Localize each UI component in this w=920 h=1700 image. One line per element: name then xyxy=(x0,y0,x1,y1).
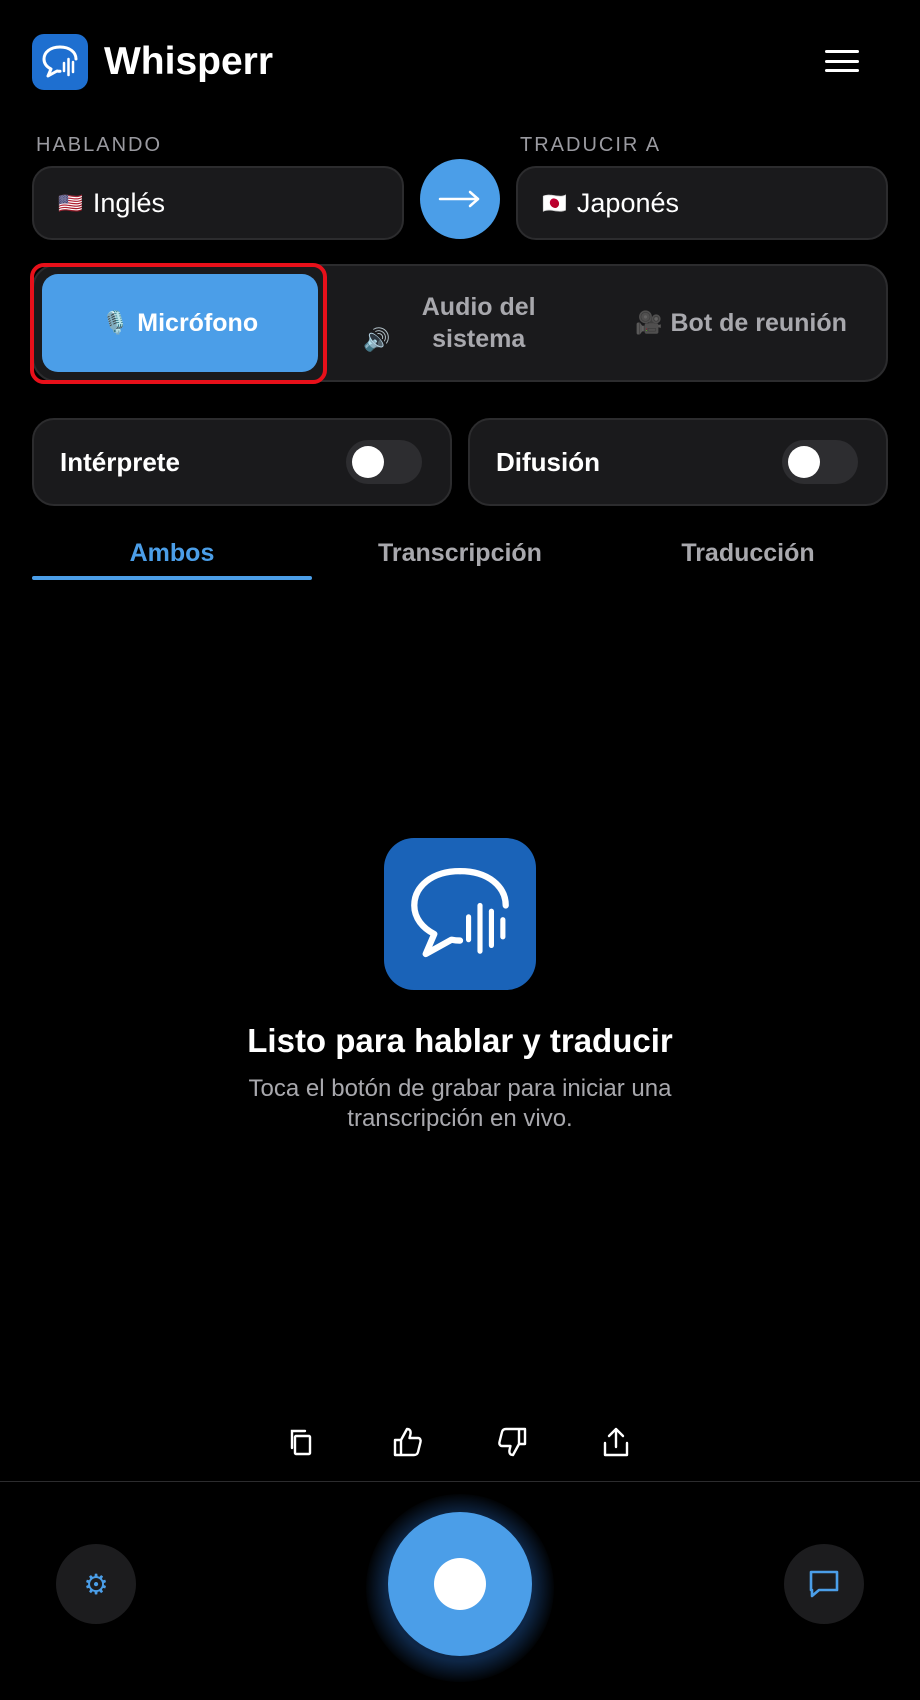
bottom-divider xyxy=(0,1481,920,1482)
tab-both[interactable]: Ambos xyxy=(32,524,312,582)
mode-meeting-bot-label: Bot de reunión xyxy=(670,309,847,337)
target-language-select[interactable]: 🇯🇵 Japonés xyxy=(516,166,888,240)
thumbs-up-icon[interactable] xyxy=(386,1420,430,1464)
broadcast-label: Difusión xyxy=(496,446,600,477)
gear-icon: ⚙ xyxy=(83,1568,109,1600)
interpreter-label: Intérprete xyxy=(60,446,180,477)
tab-transcription[interactable]: Transcripción xyxy=(320,524,600,582)
us-flag-icon: 🇺🇸 xyxy=(58,192,83,215)
app-logo-icon xyxy=(32,34,88,90)
interpreter-switch[interactable] xyxy=(346,440,422,484)
active-tab-indicator xyxy=(32,576,312,580)
input-mode-selector: 🎙️ Micrófono 🔊 Audio del sistema 🎥 Bot de… xyxy=(32,264,888,382)
record-button[interactable] xyxy=(388,1512,532,1656)
app-title: Whisperr xyxy=(104,40,274,83)
empty-state-subtitle: Toca el botón de grabar para iniciar una… xyxy=(248,1075,672,1132)
japan-flag-icon: 🇯🇵 xyxy=(542,192,567,215)
swap-languages-button[interactable] xyxy=(420,159,500,239)
tab-translation[interactable]: Traducción xyxy=(608,524,888,582)
source-language-label: HABLANDO xyxy=(36,134,163,156)
share-icon[interactable] xyxy=(594,1420,638,1464)
mode-system-audio-button[interactable]: 🔊 Audio del sistema xyxy=(334,274,588,372)
mode-system-audio-label: Audio del sistema xyxy=(421,292,536,353)
broadcast-toggle-card: Difusión xyxy=(468,418,888,506)
hamburger-menu-icon[interactable] xyxy=(822,44,862,78)
target-language-name: Japonés xyxy=(576,187,679,218)
empty-state-title: Listo para hablar y traducir xyxy=(247,1022,673,1059)
chat-button[interactable] xyxy=(784,1544,864,1624)
broadcast-switch[interactable] xyxy=(782,440,858,484)
settings-button[interactable]: ⚙ xyxy=(56,1544,136,1624)
source-language-select[interactable]: 🇺🇸 Inglés xyxy=(32,166,404,240)
chat-bubble-icon xyxy=(809,1570,839,1598)
microphone-icon: 🎙️ xyxy=(101,310,130,335)
arrow-right-icon xyxy=(438,190,480,208)
mode-microphone-label: Micrófono xyxy=(137,309,259,337)
mode-microphone-button[interactable]: 🎙️ Micrófono xyxy=(42,274,318,372)
target-language-label: TRADUCIR A xyxy=(520,134,662,156)
speaker-icon: 🔊 xyxy=(363,326,391,352)
interpreter-toggle-card: Intérprete xyxy=(32,418,452,506)
empty-state-logo-icon xyxy=(384,838,536,990)
thumbs-down-icon[interactable] xyxy=(490,1420,534,1464)
source-language-name: Inglés xyxy=(92,187,165,218)
video-camera-icon: 🎥 xyxy=(635,310,663,335)
record-icon xyxy=(434,1558,486,1610)
copy-icon[interactable] xyxy=(280,1420,324,1464)
mode-meeting-bot-button[interactable]: 🎥 Bot de reunión xyxy=(600,274,882,372)
